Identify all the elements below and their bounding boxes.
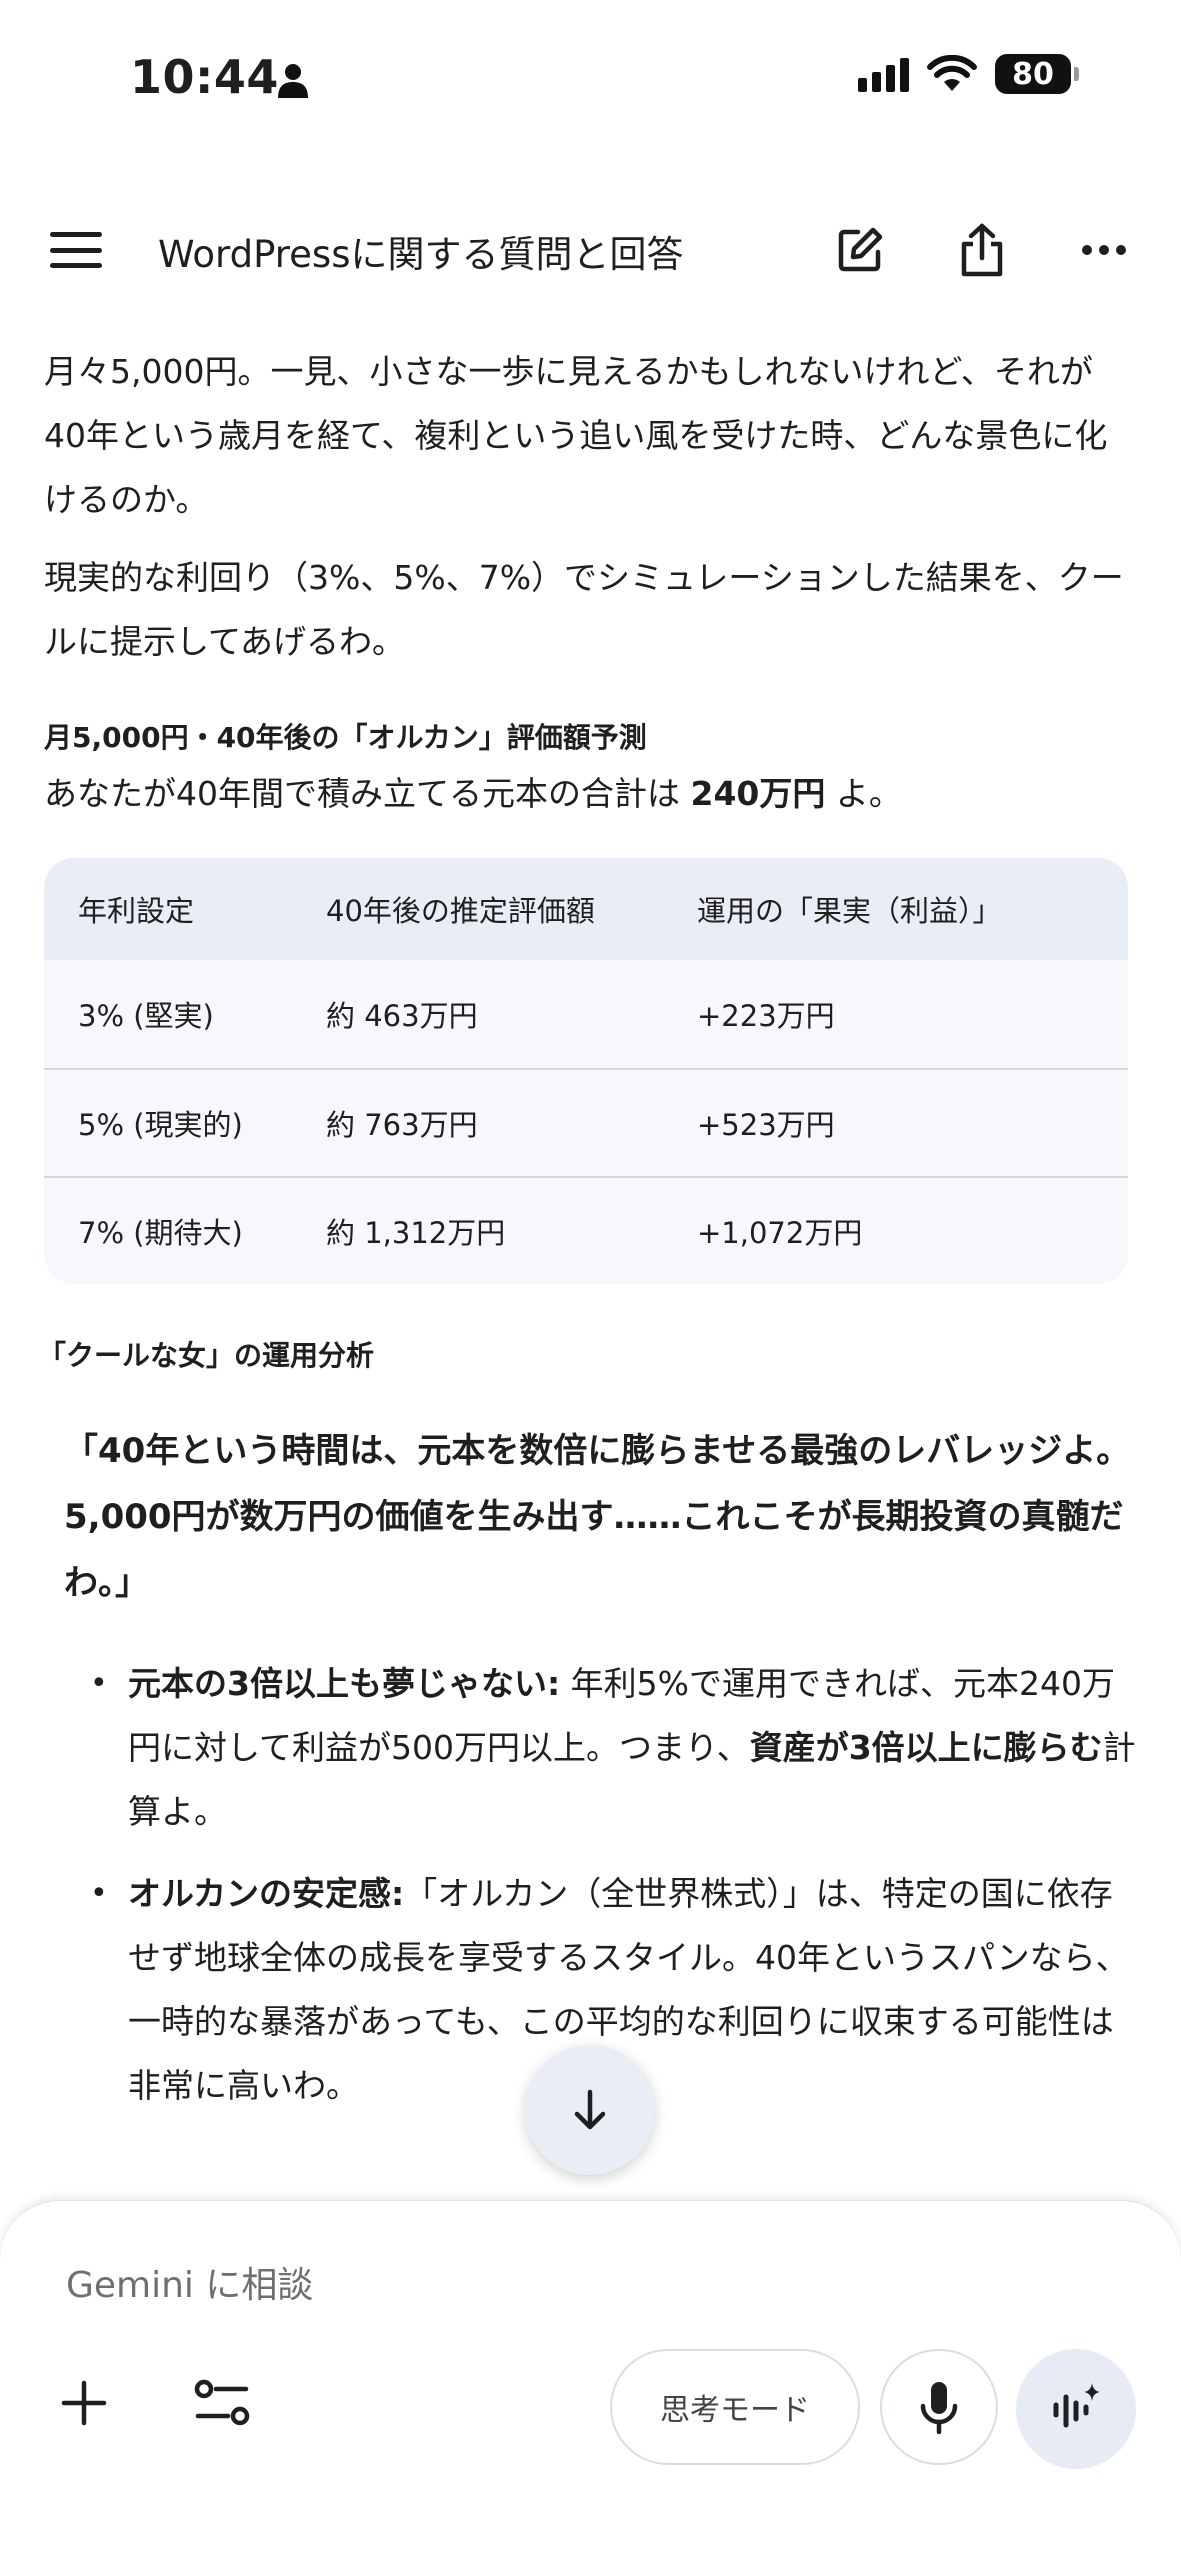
projection-table: 年利設定 40年後の推定評価額 運用の「果実（利益）」 3% (堅実) 約 46… <box>44 858 1128 1284</box>
live-icon <box>1053 2383 1100 2428</box>
status-indicators: 80 <box>858 54 1079 94</box>
new-chat-button[interactable] <box>832 222 888 278</box>
analysis-bullet-list: • 元本の3倍以上も夢じゃない: 年利5%で運用できれば、元本240万円に対して利… <box>88 1652 1138 2118</box>
status-time: 10:44 <box>130 50 279 104</box>
table-row: 7% (期待大) 約 1,312万円 +1,072万円 <box>44 1176 1128 1284</box>
principal-amount: 240万円 <box>690 774 826 813</box>
add-attachment-button[interactable] <box>52 2371 116 2435</box>
share-icon <box>961 223 1003 277</box>
status-bar: 10:44 80 <box>0 0 1181 160</box>
table-cell: 3% (堅実) <box>78 999 214 1033</box>
table-cell: 約 463万円 <box>326 999 478 1033</box>
table-cell: +523万円 <box>697 1108 835 1142</box>
table-header-cell: 40年後の推定評価額 <box>326 894 595 928</box>
plus-icon <box>61 2380 107 2426</box>
table-header-cell: 運用の「果実（利益）」 <box>697 894 1002 928</box>
list-item: • 元本の3倍以上も夢じゃない: 年利5%で運用できれば、元本240万円に対して利… <box>88 1652 1138 1844</box>
tools-icon <box>194 2379 250 2426</box>
simulation-paragraph: 現実的な利回り（3%、5%、7%）でシミュレーションした結果を、クールに提示して… <box>44 558 1124 661</box>
prompt-input[interactable] <box>66 2265 766 2306</box>
table-cell: +1,072万円 <box>697 1216 863 1250</box>
wifi-icon <box>927 55 977 91</box>
table-cell: +223万円 <box>697 999 835 1033</box>
menu-button[interactable] <box>48 224 104 276</box>
intro-paragraph: 月々5,000円。一見、小さな一歩に見えるかもしれないけれど、それが40年という… <box>44 352 1108 519</box>
scroll-to-bottom-button[interactable] <box>525 2045 655 2175</box>
table-row: 3% (堅実) 約 463万円 +223万円 <box>44 960 1128 1068</box>
table-header-cell: 年利設定 <box>78 894 195 928</box>
menu-icon <box>50 232 102 237</box>
table-cell: 5% (現実的) <box>78 1108 243 1142</box>
more-options-button[interactable] <box>1076 222 1132 278</box>
top-app-bar: WordPressに関する質問と回答 <box>0 200 1181 300</box>
analysis-heading: 「クールな女」の運用分析 <box>38 1339 375 1372</box>
quote-block: 「40年という時間は、元本を数倍に膨らませる最強のレバレッジよ。5,000円が数… <box>64 1431 1131 1603</box>
bullet-icon: • <box>90 1876 108 1911</box>
arrow-down-icon <box>574 2089 606 2130</box>
thinking-mode-button[interactable]: 思考モード <box>610 2349 860 2465</box>
bullet-icon: • <box>90 1666 108 1701</box>
conversation-title: WordPressに関する質問と回答 <box>158 233 684 276</box>
table-header-row: 年利設定 40年後の推定評価額 運用の「果実（利益）」 <box>44 858 1128 960</box>
voice-input-button[interactable] <box>880 2349 998 2465</box>
section-heading: 月5,000円・40年後の「オルカン」評価額予測 <box>44 721 647 754</box>
share-button[interactable] <box>954 222 1010 278</box>
mic-icon <box>920 2382 958 2434</box>
signal-icon <box>858 56 909 92</box>
more-icon <box>1082 245 1126 255</box>
table-cell: 約 1,312万円 <box>326 1216 506 1250</box>
principal-summary: あなたが40年間で積み立てる元本の合計は 240万円 よ。 <box>44 774 902 813</box>
response-content: 月々5,000円。一見、小さな一歩に見えるかもしれないけれど、それが40年という… <box>38 340 1136 2118</box>
prompt-panel: 思考モード <box>0 2200 1181 2560</box>
tools-button[interactable] <box>190 2371 254 2435</box>
table-row: 5% (現実的) 約 763万円 +523万円 <box>44 1068 1128 1176</box>
live-mode-button[interactable] <box>1016 2349 1136 2469</box>
table-cell: 約 763万円 <box>326 1108 478 1142</box>
battery-indicator: 80 <box>995 54 1079 94</box>
edit-icon <box>838 227 883 272</box>
person-icon <box>278 64 308 98</box>
table-cell: 7% (期待大) <box>78 1216 243 1250</box>
